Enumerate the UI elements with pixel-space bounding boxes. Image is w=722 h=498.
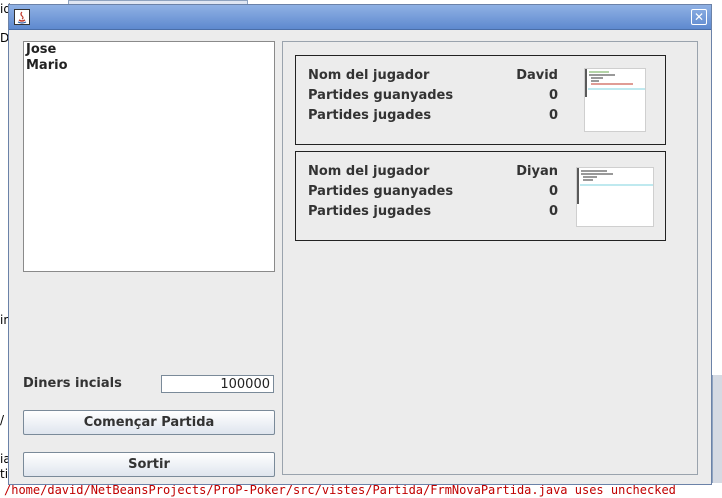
games-won-value: 0 bbox=[548, 184, 558, 199]
games-won-label: Partides guanyades bbox=[308, 88, 454, 103]
player-name-value: Diyan bbox=[516, 164, 558, 179]
new-game-dialog: ✕ Jose Mario Diners incials Començar Par… bbox=[8, 4, 712, 485]
java-app-icon bbox=[14, 9, 30, 25]
initial-money-label: Diners incials bbox=[23, 376, 122, 391]
games-played-label: Partides jugades bbox=[308, 204, 432, 219]
title-bar[interactable]: ✕ bbox=[9, 5, 711, 30]
close-icon[interactable]: ✕ bbox=[691, 9, 707, 25]
games-won-label: Partides guanyades bbox=[308, 184, 454, 199]
player-avatar-thumbnail bbox=[584, 68, 646, 132]
player-list-item[interactable]: Jose bbox=[24, 42, 274, 58]
player-card: Nom del jugador Diyan Partides guanyades… bbox=[295, 151, 666, 241]
games-played-value: 0 bbox=[548, 204, 558, 219]
background-text-fragment: / bbox=[0, 413, 5, 427]
player-avatar-thumbnail bbox=[576, 167, 654, 227]
games-won-value: 0 bbox=[548, 88, 558, 103]
players-panel: Nom del jugador David Partides guanyades… bbox=[282, 41, 698, 475]
player-list-item[interactable]: Mario bbox=[24, 58, 274, 74]
games-played-value: 0 bbox=[548, 108, 558, 123]
player-name-value: David bbox=[516, 68, 558, 83]
start-game-button[interactable]: Començar Partida bbox=[23, 410, 275, 435]
background-output-text: /home/david/NetBeansProjects/ProP-Poker/… bbox=[4, 483, 676, 497]
player-card: Nom del jugador David Partides guanyades… bbox=[295, 55, 666, 145]
player-list[interactable]: Jose Mario bbox=[23, 41, 275, 272]
player-name-label: Nom del jugador bbox=[308, 164, 430, 179]
background-output-line: /home/david/NetBeansProjects/ProP-Poker/… bbox=[0, 483, 722, 498]
games-played-label: Partides jugades bbox=[308, 108, 432, 123]
background-text-fragment: ti bbox=[0, 467, 9, 481]
initial-money-input[interactable] bbox=[161, 375, 274, 393]
player-name-label: Nom del jugador bbox=[308, 68, 430, 83]
background-panel-edge bbox=[712, 375, 722, 485]
exit-button[interactable]: Sortir bbox=[23, 452, 275, 477]
